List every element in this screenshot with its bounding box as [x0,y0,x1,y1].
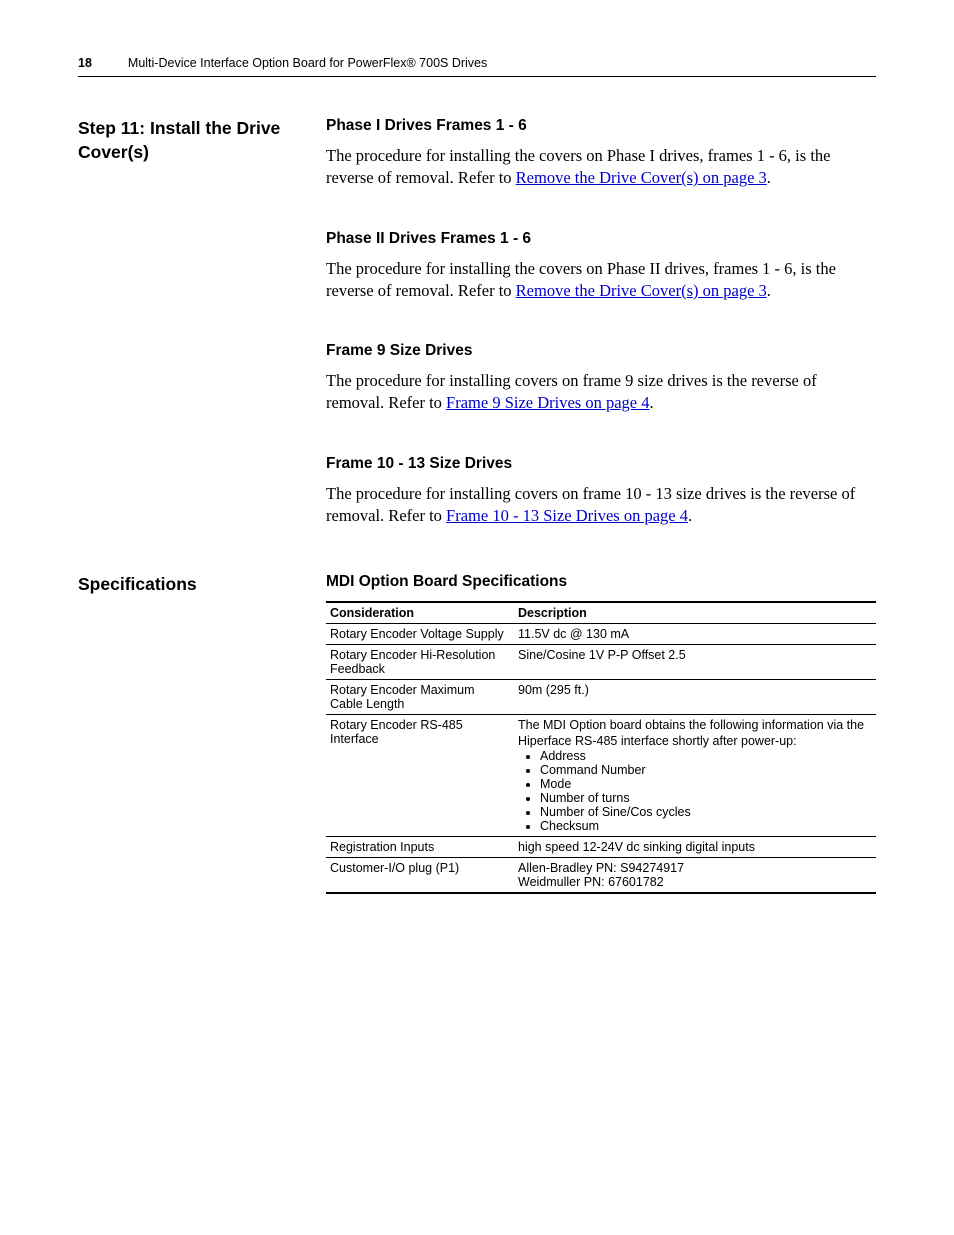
link-frame10-13-p4[interactable]: Frame 10 - 13 Size Drives on page 4 [446,506,688,525]
table-row: Rotary Encoder RS-485 Interface The MDI … [326,715,876,837]
list-item: Checksum [540,819,872,833]
cell-consideration: Customer-I/O plug (P1) [326,858,514,894]
text-post: . [688,506,692,525]
rs485-intro: The MDI Option board obtains the followi… [518,718,872,749]
cell-consideration: Rotary Encoder Hi-Resolution Feedback [326,645,514,680]
cell-consideration: Rotary Encoder Voltage Supply [326,624,514,645]
block-frame9: Frame 9 Size Drives The procedure for in… [326,342,876,415]
list-item: Number of turns [540,791,872,805]
table-row: Rotary Encoder Voltage Supply 11.5V dc @… [326,624,876,645]
page: 18 Multi-Device Interface Option Board f… [0,0,954,894]
block-frame10-13: Frame 10 - 13 Size Drives The procedure … [326,455,876,528]
body-text: The procedure for installing covers on f… [326,370,876,415]
sub-heading: Phase II Drives Frames 1 - 6 [326,230,876,248]
body-text: The procedure for installing covers on f… [326,483,876,528]
table-row: Registration Inputs high speed 12-24V dc… [326,837,876,858]
table-row: Rotary Encoder Hi-Resolution Feedback Si… [326,645,876,680]
link-remove-cover-p3[interactable]: Remove the Drive Cover(s) on page 3 [516,168,767,187]
side-heading-step11: Step 11: Install the Drive Cover(s) [78,117,318,164]
block-phase1: Phase I Drives Frames 1 - 6 The procedur… [326,117,876,190]
spec-table: Consideration Description Rotary Encoder… [326,601,876,894]
cell-description: 11.5V dc @ 130 mA [514,624,876,645]
cell-description: 90m (295 ft.) [514,680,876,715]
list-item: Command Number [540,763,872,777]
body-text: The procedure for installing the covers … [326,258,876,303]
doc-title: Multi-Device Interface Option Board for … [128,56,487,70]
table-row: Rotary Encoder Maximum Cable Length 90m … [326,680,876,715]
section-install-cover: Step 11: Install the Drive Cover(s) Phas… [78,117,876,527]
link-frame9-p4[interactable]: Frame 9 Size Drives on page 4 [446,393,649,412]
block-phase2: Phase II Drives Frames 1 - 6 The procedu… [326,230,876,303]
cell-consideration: Registration Inputs [326,837,514,858]
running-header: 18 Multi-Device Interface Option Board f… [78,56,876,77]
cell-consideration: Rotary Encoder Maximum Cable Length [326,680,514,715]
list-item: Address [540,749,872,763]
sub-heading: Frame 10 - 13 Size Drives [326,455,876,473]
col-consideration: Consideration [326,602,514,624]
cell-description: Sine/Cosine 1V P-P Offset 2.5 [514,645,876,680]
cell-description: Allen-Bradley PN: S94274917 Weidmuller P… [514,858,876,894]
pn-line: Weidmuller PN: 67601782 [518,875,872,889]
sub-heading: Phase I Drives Frames 1 - 6 [326,117,876,135]
text-post: . [767,281,771,300]
link-remove-cover-p3[interactable]: Remove the Drive Cover(s) on page 3 [516,281,767,300]
cell-consideration: Rotary Encoder RS-485 Interface [326,715,514,837]
cell-description: high speed 12-24V dc sinking digital inp… [514,837,876,858]
list-item: Mode [540,777,872,791]
list-item: Number of Sine/Cos cycles [540,805,872,819]
text-post: . [650,393,654,412]
page-number: 18 [78,56,92,70]
col-description: Description [514,602,876,624]
text-post: . [767,168,771,187]
body-text: The procedure for installing the covers … [326,145,876,190]
sub-heading: Frame 9 Size Drives [326,342,876,360]
table-header-row: Consideration Description [326,602,876,624]
cell-description: The MDI Option board obtains the followi… [514,715,876,837]
pn-line: Allen-Bradley PN: S94274917 [518,861,872,875]
rs485-list: Address Command Number Mode Number of tu… [518,749,872,833]
table-title: MDI Option Board Specifications [326,573,876,591]
side-heading-specifications: Specifications [78,573,318,597]
section-specifications: Specifications MDI Option Board Specific… [78,573,876,894]
table-row: Customer-I/O plug (P1) Allen-Bradley PN:… [326,858,876,894]
